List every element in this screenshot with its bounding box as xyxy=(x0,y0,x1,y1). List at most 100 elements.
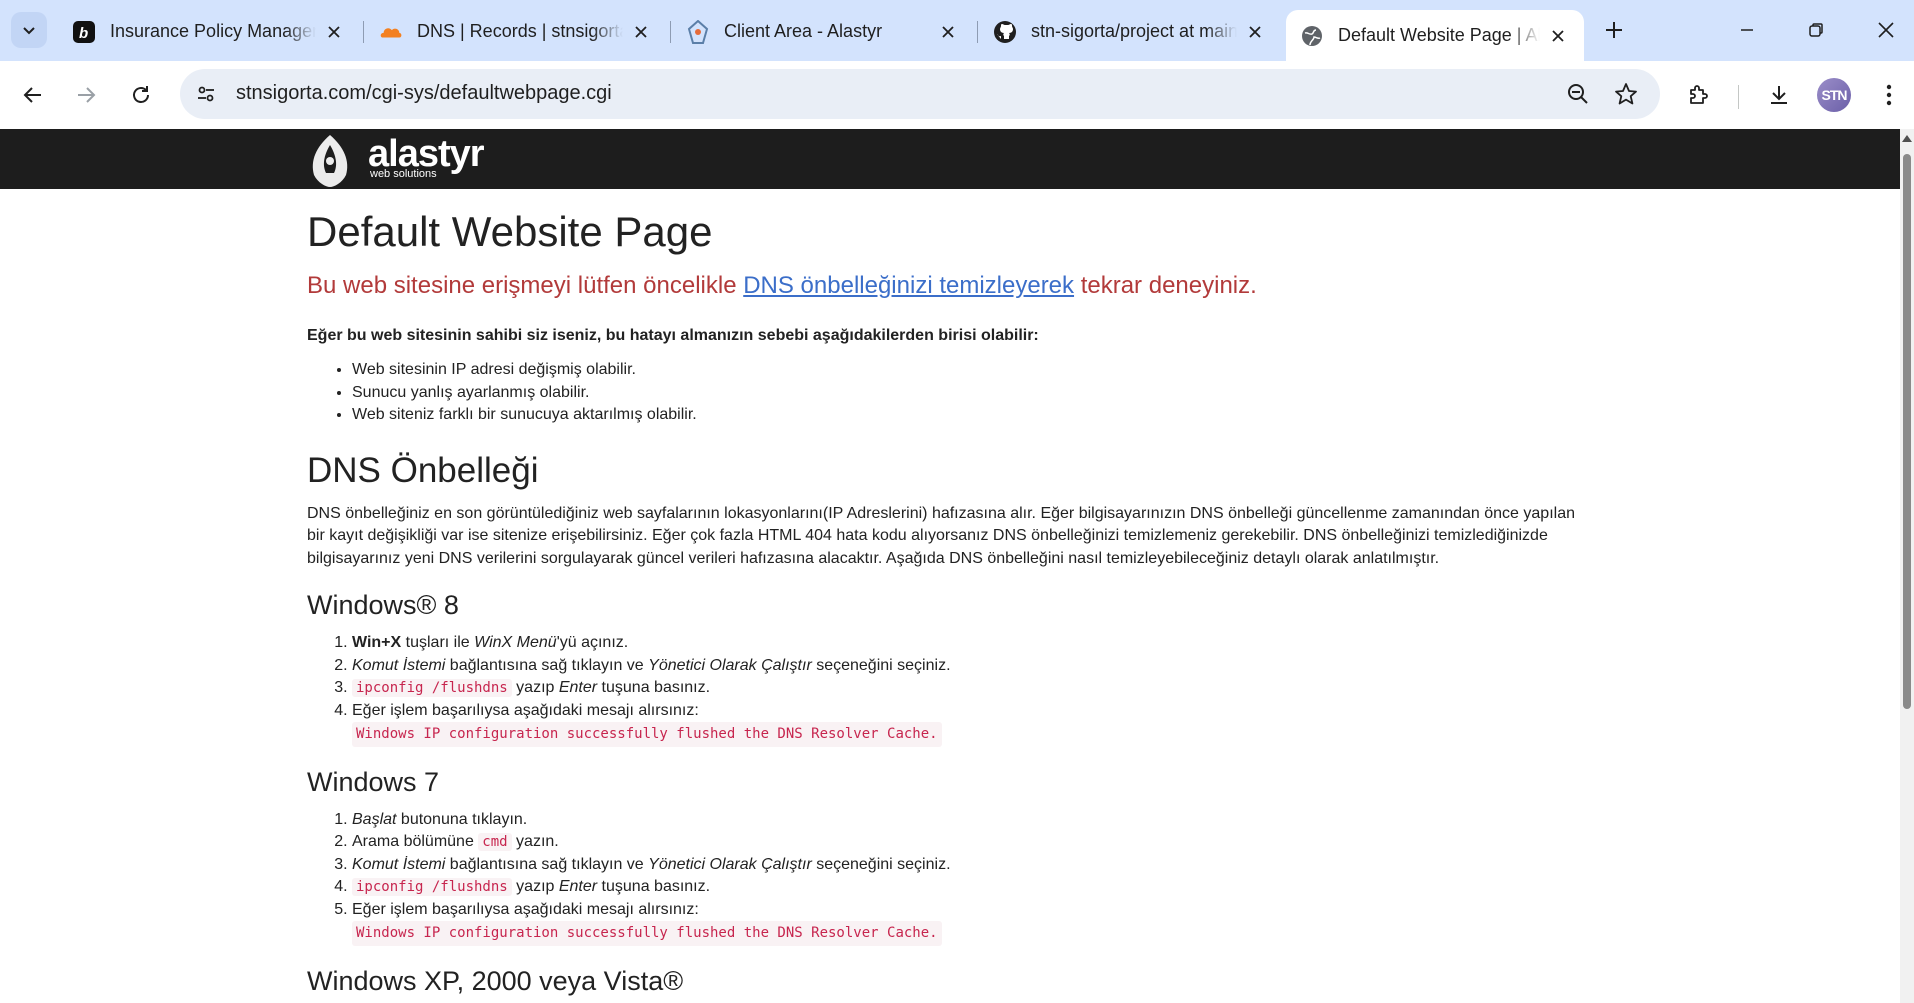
key-name: Enter xyxy=(558,679,598,696)
list-item: Arama bölümüne cmd yazın. xyxy=(352,831,1597,854)
step-text: yazıp xyxy=(511,878,559,895)
step-text: tuşları ile xyxy=(401,634,475,651)
menu-name: Komut İstemi xyxy=(352,855,446,873)
b-brand-icon: b xyxy=(72,20,96,44)
list-item: Eğer işlem başarılıysa aşağıdaki mesajı … xyxy=(352,899,1597,946)
windows7-steps: Başlat butonuna tıklayın. Arama bölümüne… xyxy=(352,809,1597,946)
arrow-left-icon xyxy=(23,87,41,103)
site-info-button[interactable] xyxy=(190,78,222,110)
alastyr-icon xyxy=(686,19,710,44)
step-text: seçeneğini seçiniz. xyxy=(811,656,951,674)
alastyr-logo-icon xyxy=(312,135,348,187)
success-message-code: Windows IP configuration successfully fl… xyxy=(352,722,942,747)
list-item: Başlat butonuna tıklayın. xyxy=(352,809,1597,832)
url-text[interactable]: stnsigorta.com/cgi-sys/defaultwebpage.cg… xyxy=(236,82,612,105)
back-button[interactable] xyxy=(13,75,53,115)
owner-notice: Eğer bu web sitesinin sahibi siz iseniz,… xyxy=(307,327,1039,344)
main-content: Default Website Page Bu web sitesine eri… xyxy=(307,207,1597,998)
page-scrollbar[interactable] xyxy=(1900,129,1914,1003)
minimize-icon xyxy=(1741,29,1753,31)
step-text: 'yü açınız. xyxy=(556,634,629,651)
reload-button[interactable] xyxy=(121,75,161,115)
dns-cache-paragraph: DNS önbelleğiniz en son görüntülediğiniz… xyxy=(307,504,1575,567)
restore-button[interactable] xyxy=(1796,10,1836,50)
close-window-button[interactable] xyxy=(1866,10,1906,50)
menu-name: Komut İstemi xyxy=(352,656,446,674)
tab-separator xyxy=(977,21,978,43)
menu-name: Başlat xyxy=(352,810,397,828)
flush-dns-link[interactable]: DNS önbelleğinizi temizleyerek xyxy=(743,272,1074,299)
close-icon[interactable] xyxy=(1546,24,1570,48)
close-icon[interactable] xyxy=(322,20,346,44)
lead-message: Bu web sitesine erişmeyi lütfen öncelikl… xyxy=(307,271,1597,301)
svg-text:b: b xyxy=(79,25,88,42)
restore-icon xyxy=(1809,23,1823,37)
minimize-button[interactable] xyxy=(1727,10,1767,50)
success-message-code: Windows IP configuration successfully fl… xyxy=(352,921,942,946)
tab-title: Insurance Policy Management xyxy=(110,21,316,41)
alastyr-logo[interactable]: alastyr web solutions xyxy=(306,131,496,187)
step-text: tuşuna basınız. xyxy=(597,878,711,895)
step-text: tuşuna basınız. xyxy=(597,679,711,696)
toolbar-divider xyxy=(1738,85,1739,109)
forward-button[interactable] xyxy=(66,75,106,115)
key-name: Enter xyxy=(558,878,598,895)
download-icon xyxy=(1771,86,1787,104)
close-icon xyxy=(1878,22,1894,38)
step-text: bağlantısına sağ tıklayın ve xyxy=(445,656,649,674)
tab-title: DNS | Records | stnsigorta.com xyxy=(417,21,623,41)
downloads-button[interactable] xyxy=(1759,75,1799,115)
list-item: Web sitesinin IP adresi değişmiş olabili… xyxy=(352,359,1597,382)
lead-text-before: Bu web sitesine erişmeyi lütfen öncelikl… xyxy=(307,272,744,299)
scroll-up-arrow-icon[interactable] xyxy=(1902,135,1912,142)
close-icon[interactable] xyxy=(1243,20,1267,44)
command-code: cmd xyxy=(478,833,512,851)
windows7-heading: Windows 7 xyxy=(307,766,440,797)
step-text: yazın. xyxy=(511,833,559,850)
chevron-down-icon xyxy=(23,27,35,35)
tab-default-website[interactable]: Default Website Page | Alastyr xyxy=(1286,10,1584,61)
extensions-button[interactable] xyxy=(1679,75,1719,115)
address-bar[interactable]: stnsigorta.com/cgi-sys/defaultwebpage.cg… xyxy=(180,69,1660,119)
logo-tagline: web solutions xyxy=(370,168,437,180)
close-icon[interactable] xyxy=(629,20,653,44)
windows-xp-heading: Windows XP, 2000 veya Vista® xyxy=(307,965,684,996)
windows8-steps: Win+X tuşları ile WinX Menü'yü açınız. K… xyxy=(352,632,1597,747)
step-text: bağlantısına sağ tıklayın ve xyxy=(445,855,649,873)
github-icon xyxy=(993,20,1017,44)
page-viewport: alastyr web solutions Default Website Pa… xyxy=(0,129,1914,1003)
arrow-right-icon xyxy=(78,87,96,103)
tab-insurance[interactable]: b Insurance Policy Management xyxy=(58,10,360,53)
tab-cloudflare[interactable]: DNS | Records | stnsigorta.com xyxy=(365,10,667,53)
close-icon[interactable] xyxy=(936,20,960,44)
tab-strip: b Insurance Policy Management DNS | Reco… xyxy=(0,0,1914,61)
tab-title: Client Area - Alastyr xyxy=(724,21,883,41)
reload-icon xyxy=(133,86,149,103)
step-text: butonuna tıklayın. xyxy=(396,810,528,828)
tab-alastyr-client[interactable]: Client Area - Alastyr xyxy=(672,10,974,53)
windows8-heading: Windows® 8 xyxy=(307,590,459,620)
avatar[interactable]: STN xyxy=(1817,78,1851,112)
puzzle-icon xyxy=(1690,85,1708,104)
zoom-button[interactable] xyxy=(1564,80,1592,108)
browser-toolbar: stnsigorta.com/cgi-sys/defaultwebpage.cg… xyxy=(0,61,1914,129)
list-item: Komut İstemi bağlantısına sağ tıklayın v… xyxy=(352,655,1597,678)
list-item: ipconfig /flushdns yazıp Enter tuşuna ba… xyxy=(352,876,1597,899)
tab-search-button[interactable] xyxy=(11,12,47,48)
globe-icon xyxy=(1300,24,1324,48)
scrollbar-thumb[interactable] xyxy=(1903,154,1911,709)
command-code: ipconfig /flushdns xyxy=(352,679,512,697)
dns-cache-heading: DNS Önbelleği xyxy=(307,450,539,490)
menu-name: WinX Menü xyxy=(474,634,557,651)
new-tab-button[interactable] xyxy=(1598,14,1630,46)
bookmark-button[interactable] xyxy=(1612,80,1640,108)
menu-button[interactable] xyxy=(1869,75,1909,115)
step-text: Arama bölümüne xyxy=(352,833,479,850)
list-item: Sunucu yanlış ayarlanmış olabilir. xyxy=(352,382,1597,405)
site-header: alastyr web solutions xyxy=(0,129,1900,189)
tab-github[interactable]: stn-sigorta/project at main xyxy=(979,10,1281,53)
step-text: seçeneğini seçiniz. xyxy=(811,855,951,873)
step-text: Eğer işlem başarılıysa aşağıdaki mesajı … xyxy=(352,701,699,719)
step-text: yazıp xyxy=(511,679,559,696)
page-title: Default Website Page xyxy=(307,208,713,255)
